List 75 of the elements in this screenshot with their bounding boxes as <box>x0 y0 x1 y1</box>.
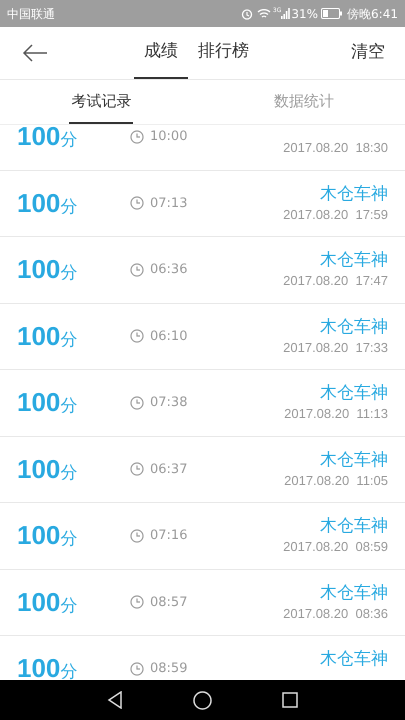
clock-icon <box>130 462 144 476</box>
user-name: 木仓车神 <box>320 448 388 470</box>
record-row[interactable]: 100分 06:36 木仓车神 2017.08.20 17:47 <box>0 237 405 304</box>
clock-icon <box>130 396 144 410</box>
user-name: 木仓车神 <box>320 182 388 204</box>
header-tab[interactable]: 排行榜 <box>188 27 259 79</box>
signal-icon <box>281 8 290 19</box>
duration-text: 06:37 <box>150 460 188 478</box>
user-name: 木仓车神 <box>320 582 388 604</box>
recents-nav-icon[interactable] <box>282 692 298 708</box>
record-row[interactable]: 100分 07:38 木仓车神 2017.08.20 11:13 <box>0 370 405 436</box>
score-value: 100 <box>17 320 60 353</box>
record-date: 2017.08.20 08:36 <box>283 604 388 622</box>
battery-icon <box>321 8 344 19</box>
duration-text: 07:38 <box>150 394 188 412</box>
score-value: 100 <box>17 652 60 680</box>
record-row[interactable]: 100分 06:37 木仓车神 2017.08.20 11:05 <box>0 436 405 503</box>
clock-time: 傍晚6:41 <box>347 6 398 22</box>
clock-icon <box>130 130 144 144</box>
user-name: 木仓车神 <box>320 648 388 670</box>
clock-icon <box>130 595 144 610</box>
carrier-name: 中国联通 <box>7 6 55 22</box>
record-date: 2017.08.20 08:59 <box>283 538 388 556</box>
header-tab[interactable]: 成绩 <box>134 27 188 79</box>
sub-tab[interactable]: 数据统计 <box>272 80 336 124</box>
score-value: 100 <box>17 386 60 420</box>
duration-text: 08:59 <box>150 660 188 678</box>
record-date: 2017.08.20 17:47 <box>283 272 388 290</box>
record-date: 2017.08.20 18:30 <box>283 139 388 157</box>
score-unit: 分 <box>60 661 78 680</box>
wifi-icon <box>256 8 271 19</box>
record-row[interactable]: 100分 07:16 木仓车神 2017.08.20 08:59 <box>0 503 405 570</box>
record-row[interactable]: 100分 07:13 木仓车神 2017.08.20 17:59 <box>0 170 405 237</box>
user-name: 木仓车神 <box>320 316 388 338</box>
alarm-icon <box>240 8 253 20</box>
record-date: 2017.08.20 17:33 <box>283 338 388 356</box>
score-unit: 分 <box>60 262 78 286</box>
home-nav-icon[interactable] <box>193 690 212 710</box>
duration-text: 07:16 <box>150 527 188 545</box>
sub-tab[interactable]: 考试记录 <box>69 80 134 124</box>
battery-percent: 31% <box>291 6 318 22</box>
score-value: 100 <box>17 586 60 619</box>
score-unit: 分 <box>60 594 78 618</box>
user-name: 木仓车神 <box>320 382 388 404</box>
back-nav-icon[interactable] <box>107 691 123 709</box>
duration-text: 08:57 <box>150 594 188 612</box>
score-unit: 分 <box>60 395 78 418</box>
record-date: 2017.08.20 17:59 <box>283 206 388 224</box>
user-name: 木仓车神 <box>320 249 388 271</box>
clock-icon <box>130 528 144 543</box>
score-unit: 分 <box>60 462 78 485</box>
score-value: 100 <box>17 186 60 220</box>
score-unit: 分 <box>60 196 78 219</box>
score-unit: 分 <box>60 528 78 552</box>
score-value: 100 <box>17 452 60 486</box>
score-unit: 分 <box>60 328 78 352</box>
score-value: 100 <box>17 125 60 154</box>
clock-icon <box>130 662 144 676</box>
duration-text: 07:13 <box>150 194 188 212</box>
score-value: 100 <box>17 253 60 286</box>
duration-text: 06:36 <box>150 261 188 279</box>
record-date: 2017.08.20 11:05 <box>284 472 388 490</box>
record-row[interactable]: 100分 06:10 木仓车神 2017.08.20 17:33 <box>0 304 405 370</box>
duration-text: 06:10 <box>150 328 188 346</box>
clear-button[interactable]: 清空 <box>351 40 385 66</box>
record-row[interactable]: 100分 08:57 木仓车神 2017.08.20 08:36 <box>0 570 405 636</box>
clock-icon <box>130 262 144 277</box>
clock-icon <box>130 329 144 344</box>
record-date: 2017.08.20 11:13 <box>284 405 388 423</box>
duration-text: 10:00 <box>150 128 188 146</box>
score-unit: 分 <box>60 129 78 152</box>
clock-icon <box>130 196 144 210</box>
user-name: 木仓车神 <box>320 515 388 537</box>
score-value: 100 <box>17 519 60 552</box>
record-row[interactable]: 100分 10:00 2017.08.20 18:30 <box>0 125 405 170</box>
